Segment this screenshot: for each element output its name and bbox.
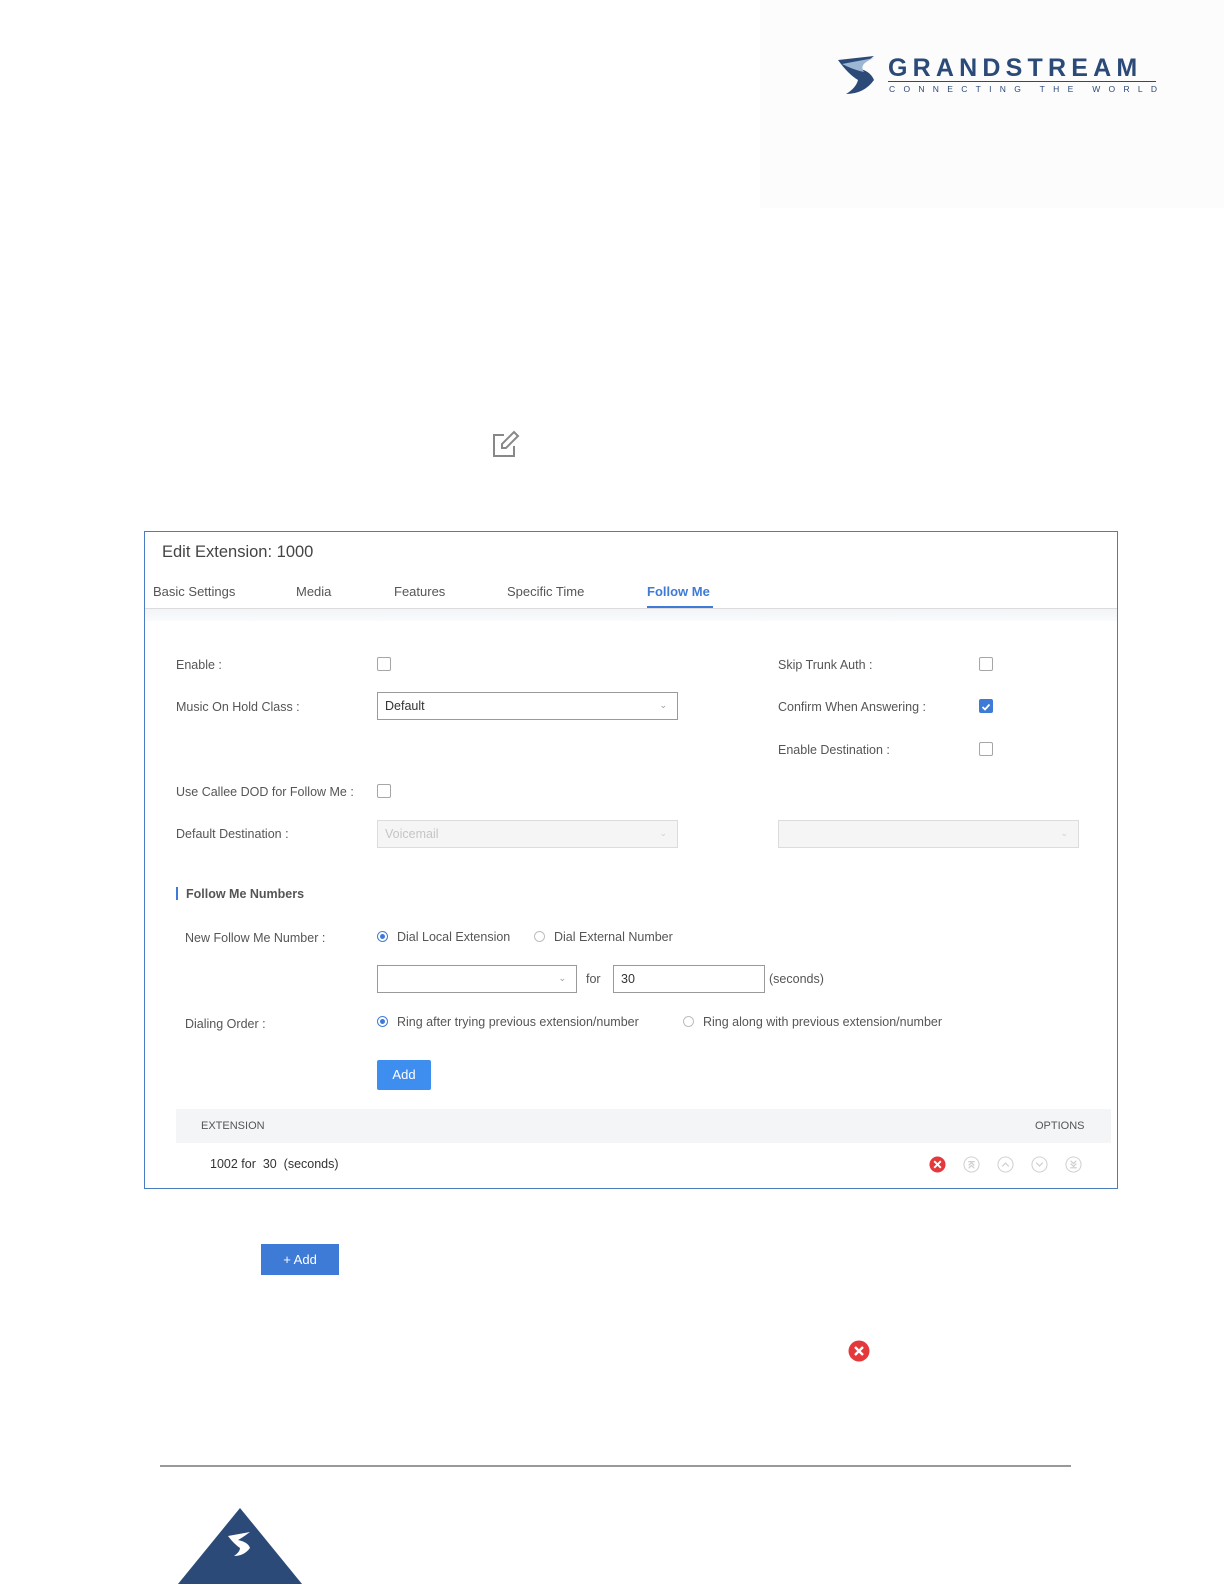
dial-local-extension-label: Dial Local Extension bbox=[397, 930, 511, 944]
enable-label: Enable : bbox=[176, 658, 222, 672]
row-extension-text: 1002 for 30 (seconds) bbox=[210, 1157, 339, 1171]
active-tab-indicator bbox=[647, 606, 713, 608]
tab-specific-time[interactable]: Specific Time bbox=[507, 584, 584, 599]
move-up-icon[interactable] bbox=[997, 1156, 1014, 1173]
extension-column-header: EXTENSION bbox=[201, 1120, 265, 1132]
checkmark-icon bbox=[981, 703, 991, 711]
tab-features[interactable]: Features bbox=[394, 584, 445, 599]
confirm-answering-checkbox[interactable] bbox=[979, 699, 993, 713]
seconds-input[interactable]: 30 bbox=[613, 965, 765, 993]
enable-destination-label: Enable Destination : bbox=[778, 743, 890, 757]
table-header: EXTENSION OPTIONS bbox=[176, 1109, 1111, 1143]
close-circle-icon bbox=[848, 1340, 870, 1362]
tab-media[interactable]: Media bbox=[296, 584, 331, 599]
skip-trunk-auth-label: Skip Trunk Auth : bbox=[778, 658, 873, 672]
tab-bar: Basic Settings Media Features Specific T… bbox=[145, 584, 1117, 609]
section-title: Follow Me Numbers bbox=[186, 887, 305, 901]
brand-tagline: CONNECTING THE WORLD bbox=[889, 84, 1166, 94]
music-on-hold-label: Music On Hold Class : bbox=[176, 700, 300, 714]
chevron-down-icon: ⌄ bbox=[659, 700, 667, 710]
dial-local-extension-radio[interactable] bbox=[377, 931, 388, 942]
move-down-icon[interactable] bbox=[1031, 1156, 1048, 1173]
footer-divider bbox=[160, 1465, 1071, 1467]
for-label: for bbox=[586, 972, 601, 986]
edit-extension-panel: Edit Extension: 1000 Basic Settings Medi… bbox=[144, 531, 1118, 1189]
new-follow-me-number-label: New Follow Me Number : bbox=[185, 931, 326, 945]
chevron-down-icon: ⌄ bbox=[558, 973, 566, 983]
delete-icon[interactable] bbox=[929, 1156, 946, 1173]
default-destination-label: Default Destination : bbox=[176, 827, 289, 841]
tab-divider bbox=[145, 609, 1117, 621]
add-follow-me-button[interactable]: + Add bbox=[261, 1244, 339, 1275]
dial-external-number-radio[interactable] bbox=[534, 931, 545, 942]
brand-name: GRANDSTREAM bbox=[888, 54, 1143, 82]
ring-after-label: Ring after trying previous extension/num… bbox=[397, 1015, 639, 1029]
seconds-label: (seconds) bbox=[769, 972, 824, 986]
default-destination-target-select[interactable]: ⌄ bbox=[778, 820, 1079, 848]
use-callee-dod-label: Use Callee DOD for Follow Me : bbox=[176, 785, 354, 799]
music-on-hold-value: Default bbox=[385, 699, 425, 713]
chevron-down-icon: ⌄ bbox=[659, 828, 667, 838]
table-row: 1002 for 30 (seconds) bbox=[176, 1143, 1111, 1185]
skip-trunk-auth-checkbox[interactable] bbox=[979, 657, 993, 671]
footer-logo-icon bbox=[178, 1508, 302, 1584]
use-callee-dod-checkbox[interactable] bbox=[377, 784, 391, 798]
dialing-order-label: Dialing Order : bbox=[185, 1017, 266, 1031]
options-column-header: OPTIONS bbox=[1035, 1120, 1085, 1132]
default-destination-select[interactable]: Voicemail ⌄ bbox=[377, 820, 678, 848]
move-bottom-icon[interactable] bbox=[1065, 1156, 1082, 1173]
ring-after-radio[interactable] bbox=[377, 1016, 388, 1027]
default-destination-value: Voicemail bbox=[385, 827, 439, 841]
move-top-icon[interactable] bbox=[963, 1156, 980, 1173]
grandstream-logo-icon bbox=[838, 56, 874, 94]
ring-along-radio[interactable] bbox=[683, 1016, 694, 1027]
confirm-answering-label: Confirm When Answering : bbox=[778, 700, 926, 714]
enable-destination-checkbox[interactable] bbox=[979, 742, 993, 756]
music-on-hold-select[interactable]: Default ⌄ bbox=[377, 692, 678, 720]
header-background bbox=[760, 0, 1224, 208]
add-button[interactable]: Add bbox=[377, 1060, 431, 1090]
panel-title: Edit Extension: 1000 bbox=[162, 543, 314, 561]
chevron-down-icon: ⌄ bbox=[1060, 828, 1068, 838]
extension-select[interactable]: ⌄ bbox=[377, 965, 577, 993]
brand-divider bbox=[888, 81, 1156, 82]
edit-icon[interactable] bbox=[490, 430, 520, 460]
tab-follow-me[interactable]: Follow Me bbox=[647, 584, 710, 599]
section-marker bbox=[176, 887, 178, 900]
tab-basic-settings[interactable]: Basic Settings bbox=[153, 584, 235, 599]
enable-checkbox[interactable] bbox=[377, 657, 391, 671]
ring-along-label: Ring along with previous extension/numbe… bbox=[703, 1015, 943, 1029]
dial-external-number-label: Dial External Number bbox=[554, 930, 673, 944]
